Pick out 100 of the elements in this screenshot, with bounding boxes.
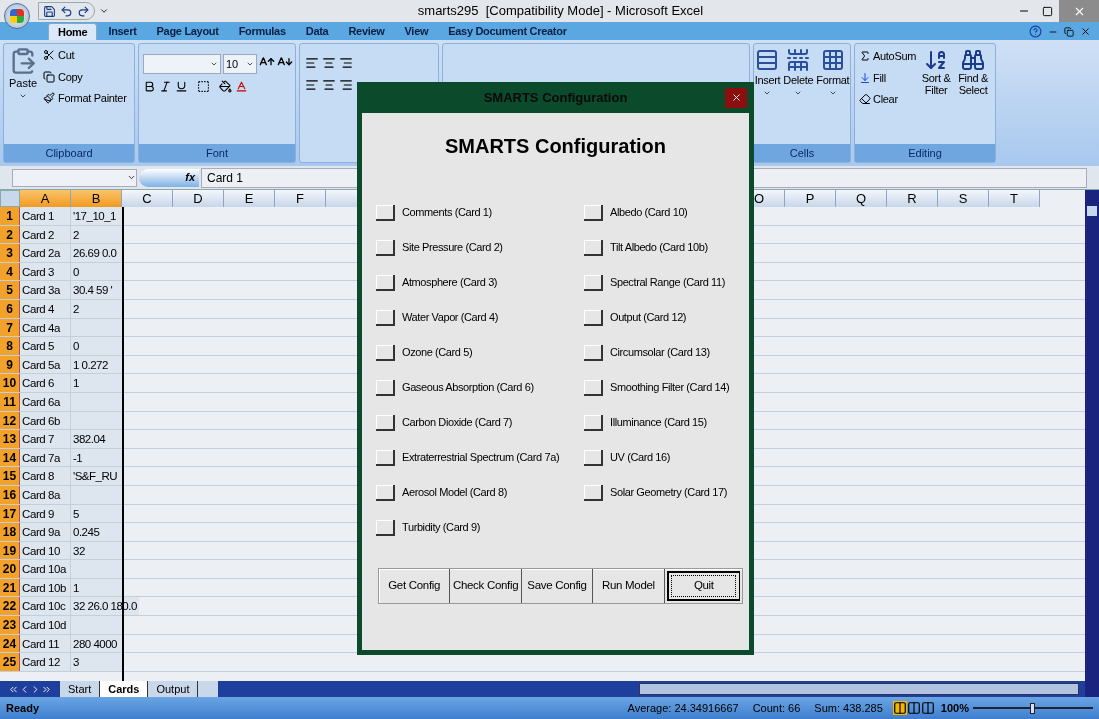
fill-color-icon[interactable]	[219, 80, 232, 93]
insert-button[interactable]: Insert	[754, 48, 781, 140]
column-header[interactable]: S	[938, 190, 989, 207]
redo-icon[interactable]	[77, 4, 90, 18]
ribbon-tab[interactable]: Easy Document Creator	[439, 23, 576, 40]
column-header[interactable]: F	[275, 190, 326, 207]
ribbon-tab[interactable]: View	[395, 23, 438, 40]
ribbon-tab[interactable]: Home	[48, 23, 98, 40]
checkbox[interactable]	[584, 414, 603, 431]
borders-icon[interactable]	[197, 80, 210, 93]
checkbox[interactable]	[376, 344, 395, 361]
checkbox[interactable]	[584, 484, 603, 501]
column-header[interactable]: B	[71, 190, 122, 207]
close-icon[interactable]	[1080, 26, 1091, 37]
row-header[interactable]: 18	[0, 523, 20, 541]
sheet-tab[interactable]: Cards	[100, 681, 149, 697]
cut-button[interactable]: Cut	[43, 47, 127, 64]
insert-sheet-icon[interactable]	[198, 681, 219, 697]
sigma-icon[interactable]	[859, 50, 871, 63]
clear-button[interactable]: Clear	[859, 91, 917, 108]
row-header[interactable]: 13	[0, 430, 20, 448]
font-color-icon[interactable]	[235, 80, 248, 93]
caret-icon[interactable]	[246, 60, 254, 68]
dialog-button[interactable]: Run Model	[593, 569, 665, 603]
checkbox[interactable]	[584, 449, 603, 466]
checkbox[interactable]	[376, 449, 395, 466]
caret-icon[interactable]	[127, 173, 136, 182]
maximize-icon[interactable]	[1042, 5, 1053, 17]
copy-icon[interactable]	[43, 70, 55, 83]
copy-button[interactable]: Copy	[43, 68, 127, 85]
format-button[interactable]: Format	[816, 48, 850, 140]
function-button[interactable]: fx	[139, 168, 199, 187]
checkbox[interactable]	[584, 344, 603, 361]
row-header[interactable]: 3	[0, 244, 20, 262]
dialog-button[interactable]: Quit	[666, 571, 741, 601]
scissors-icon[interactable]	[43, 49, 55, 62]
checkbox[interactable]	[376, 309, 395, 326]
dialog-button[interactable]: Save Config	[521, 569, 594, 603]
close-icon[interactable]	[730, 92, 742, 103]
checkbox[interactable]	[376, 379, 395, 396]
column-header[interactable]: C	[122, 190, 173, 207]
checkbox[interactable]	[584, 239, 603, 256]
eraser-icon[interactable]	[859, 93, 871, 106]
ribbon-tab[interactable]: Data	[296, 23, 338, 40]
restore-icon[interactable]	[1064, 26, 1074, 37]
sheet-tab[interactable]: Start	[60, 681, 101, 697]
find-select-button[interactable]: Find & Select	[956, 48, 991, 140]
align-bottom-icon[interactable]	[339, 56, 353, 70]
underline-icon[interactable]	[175, 80, 188, 93]
row-header[interactable]: 5	[0, 281, 20, 299]
row-header[interactable]: 8	[0, 337, 20, 355]
ribbon-tab[interactable]: Insert	[99, 23, 146, 40]
paste-button[interactable]: Paste	[7, 47, 39, 141]
delete-button[interactable]: Delete	[783, 48, 814, 140]
ribbon-tab[interactable]: Review	[339, 23, 394, 40]
align-left-icon[interactable]	[305, 78, 319, 92]
binoculars-icon[interactable]	[961, 48, 986, 72]
save-icon[interactable]	[43, 4, 56, 18]
checkbox[interactable]	[584, 379, 603, 396]
align-right-icon[interactable]	[339, 78, 353, 92]
checkbox[interactable]	[376, 274, 395, 291]
format-painter-button[interactable]: Format Painter	[43, 90, 127, 107]
checkbox[interactable]	[376, 239, 395, 256]
ribbon-tab[interactable]: Page Layout	[147, 23, 228, 40]
insert-cells-icon[interactable]	[755, 48, 780, 72]
sheet-tab[interactable]: Output	[148, 681, 199, 697]
row-header[interactable]: 25	[0, 653, 20, 671]
undo-icon[interactable]	[60, 4, 73, 18]
normal-view-icon[interactable]	[892, 701, 907, 715]
checkbox[interactable]	[584, 204, 603, 221]
column-header[interactable]: R	[887, 190, 938, 207]
page-layout-view-icon[interactable]	[906, 701, 921, 715]
row-header[interactable]: 10	[0, 374, 20, 392]
checkbox[interactable]	[584, 274, 603, 291]
caret-icon[interactable]	[210, 60, 218, 68]
checkbox[interactable]	[584, 309, 603, 326]
sort-filter-button[interactable]: Sort & Filter	[919, 48, 954, 140]
autosum-button[interactable]: AutoSum	[859, 48, 917, 65]
checkbox[interactable]	[376, 484, 395, 501]
italic-icon[interactable]	[159, 80, 172, 93]
horizontal-scrollbar[interactable]	[639, 683, 1079, 695]
column-header[interactable]: P	[785, 190, 836, 207]
checkbox[interactable]	[376, 414, 395, 431]
checkbox[interactable]	[376, 519, 395, 536]
slider-thumb[interactable]	[1030, 702, 1035, 714]
zoom-slider[interactable]	[973, 702, 1093, 714]
paintbrush-icon[interactable]	[43, 92, 55, 105]
checkbox[interactable]	[376, 204, 395, 221]
dialog-button[interactable]: Get Config	[379, 569, 451, 603]
office-button[interactable]	[4, 3, 30, 29]
row-header[interactable]: 1	[0, 207, 20, 225]
page-break-view-icon[interactable]	[920, 701, 935, 715]
align-top-icon[interactable]	[305, 56, 319, 70]
down-arrow-icon[interactable]	[859, 71, 871, 84]
row-header[interactable]: 23	[0, 616, 20, 634]
delete-cells-icon[interactable]	[786, 48, 811, 72]
dialog-button[interactable]: Check Config	[450, 569, 522, 603]
align-center-icon[interactable]	[322, 78, 336, 92]
grid-icon[interactable]	[820, 48, 845, 72]
column-header[interactable]: Q	[836, 190, 887, 207]
